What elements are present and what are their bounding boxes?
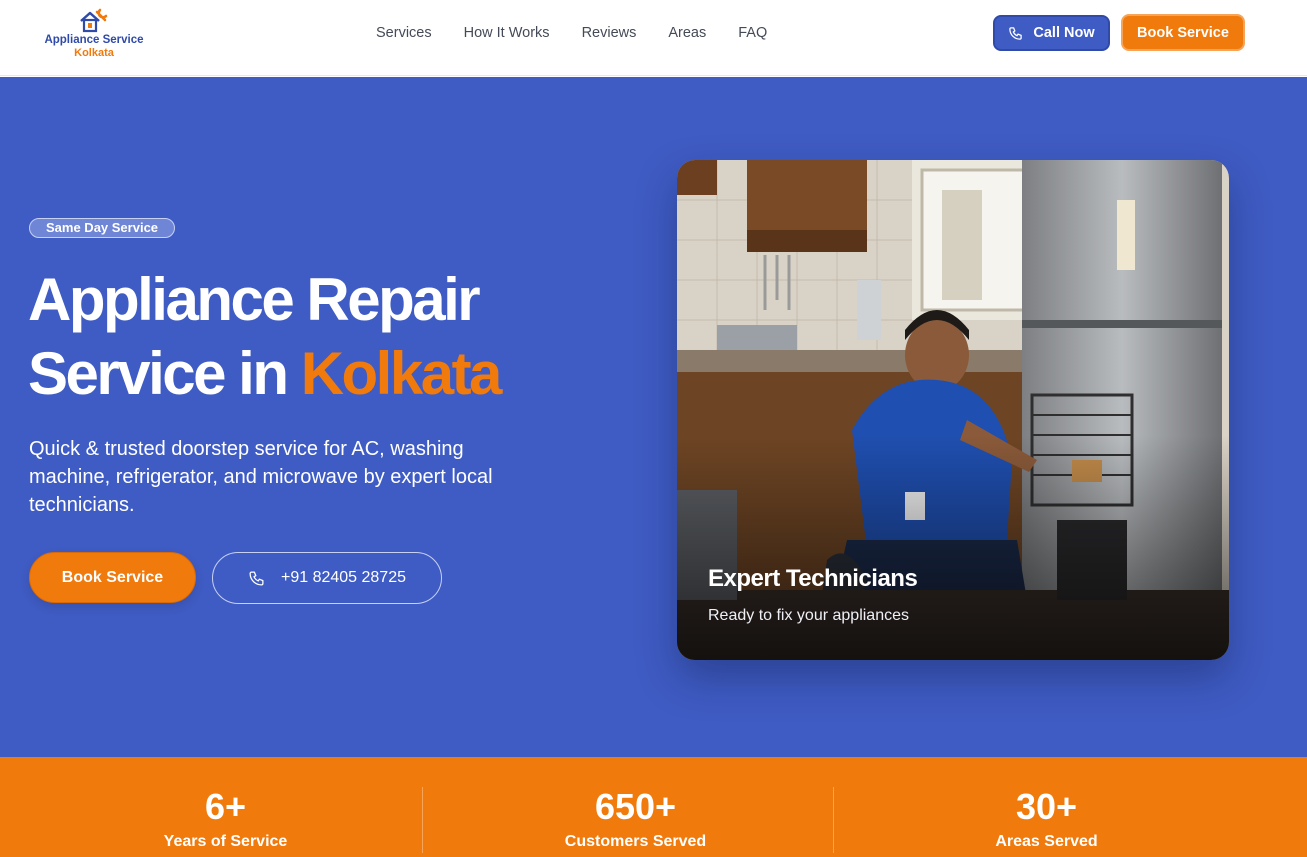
hero-section: Same Day Service Appliance Repair Servic…	[0, 77, 1307, 757]
book-service-hero-button[interactable]: Book Service	[29, 552, 196, 603]
nav-link-areas[interactable]: Areas	[668, 24, 706, 42]
technician-image-card: Expert Technicians Ready to fix your app…	[677, 160, 1229, 660]
hero-headline: Appliance Repair Service in Kolkata	[28, 263, 628, 411]
headline-accent-kolkata: Kolkata	[300, 340, 503, 407]
stat-label: Customers Served	[564, 833, 707, 850]
logo-text-secondary: Kolkata	[74, 47, 114, 59]
nav-link-how-it-works[interactable]: How It Works	[464, 24, 550, 42]
hero-description: Quick & trusted doorstep service for AC,…	[29, 438, 493, 516]
same-day-badge: Same Day Service	[29, 218, 176, 238]
stat-label: Years of Service	[163, 833, 288, 850]
site-header: Appliance Service Kolkata Services How I…	[0, 0, 1307, 76]
book-service-header-button[interactable]: Book Service	[1121, 14, 1245, 51]
stat-areas: 30+ Areas Served	[841, 757, 1252, 857]
book-service-label: Book Service	[1137, 24, 1229, 41]
book-service-hero-label: Book Service	[61, 568, 164, 586]
nav-link-faq[interactable]: FAQ	[738, 24, 767, 42]
logo-text-primary: Appliance Service	[44, 34, 144, 46]
stats-bar: 6+ Years of Service 650+ Customers Serve…	[0, 757, 1307, 857]
call-now-button[interactable]: Call Now	[993, 15, 1110, 51]
stat-customers: 650+ Customers Served	[430, 757, 841, 857]
stat-divider	[422, 787, 423, 853]
call-now-label: Call Now	[1033, 25, 1095, 41]
phone-icon	[249, 570, 264, 586]
stat-value: 650+	[594, 786, 677, 827]
logo-house-wrench-icon	[80, 8, 108, 33]
phone-number-button[interactable]: +91 82405 28725	[212, 552, 442, 604]
stat-divider	[833, 787, 834, 853]
stat-value: 30+	[1015, 786, 1078, 827]
main-nav: Services How It Works Reviews Areas FAQ	[376, 24, 767, 42]
phone-icon	[1009, 26, 1023, 40]
nav-link-reviews[interactable]: Reviews	[582, 24, 637, 42]
logo[interactable]: Appliance Service Kolkata	[42, 8, 146, 60]
stat-label: Areas Served	[995, 833, 1098, 850]
stat-years: 6+ Years of Service	[20, 757, 431, 857]
headline-line1: Appliance Repair	[28, 266, 481, 333]
headline-line2-prefix: Service in	[28, 340, 301, 407]
nav-link-services[interactable]: Services	[376, 24, 432, 42]
card-title: Expert Technicians	[708, 565, 918, 592]
stat-value: 6+	[204, 786, 247, 827]
phone-number-label: +91 82405 28725	[280, 569, 406, 586]
card-subtitle: Ready to fix your appliances	[708, 607, 909, 624]
